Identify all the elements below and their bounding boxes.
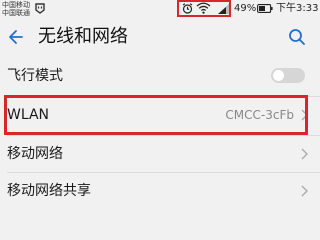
chevron-right-icon — [301, 148, 308, 160]
page-title: 无线和网络 — [38, 26, 128, 47]
airplane-mode-toggle[interactable] — [271, 68, 305, 83]
battery-icon — [257, 4, 273, 13]
wlan-highlight-box — [4, 95, 308, 135]
mobile-network-share-row[interactable]: 移动网络共享 — [0, 172, 320, 210]
status-bar: 中国移动 中国联通 49% 下午3:33 — [0, 0, 320, 18]
mobile-network-row[interactable]: 移动网络 — [0, 135, 320, 173]
battery-percent: 49% — [234, 3, 257, 14]
back-arrow-icon[interactable] — [6, 28, 24, 46]
status-highlight-box — [177, 0, 231, 17]
airplane-mode-label: 飞行模式 — [7, 68, 63, 84]
toggle-knob — [273, 70, 284, 81]
search-icon[interactable] — [288, 28, 306, 46]
carrier-2: 中国联通 — [2, 9, 30, 17]
carrier-1: 中国移动 — [2, 1, 30, 9]
clock: 下午3:33 — [276, 3, 319, 14]
mobile-network-share-label: 移动网络共享 — [7, 183, 91, 199]
mobile-network-label: 移动网络 — [7, 146, 63, 162]
notification-icon — [35, 3, 45, 14]
chevron-right-icon — [301, 185, 308, 197]
